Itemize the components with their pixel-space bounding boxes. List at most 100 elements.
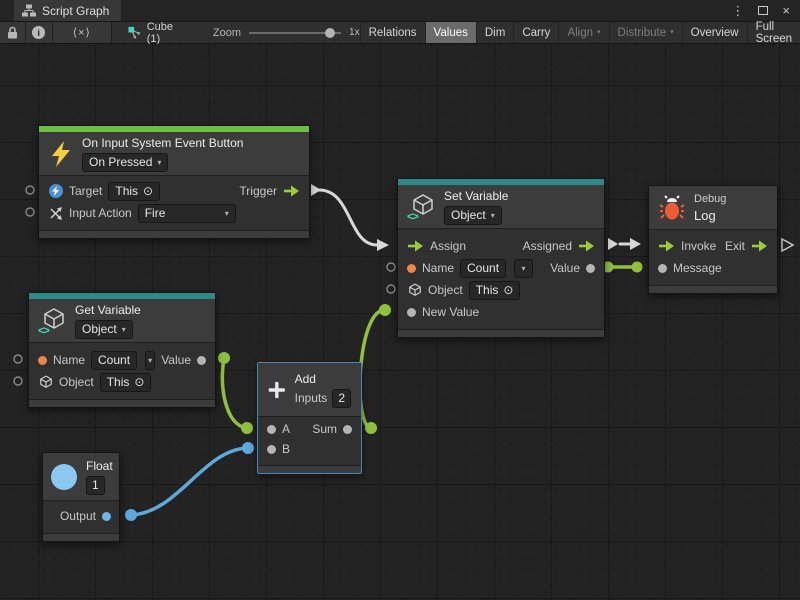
getvar-node-footer xyxy=(29,399,215,407)
flow-arrow-icon[interactable] xyxy=(283,185,300,197)
fullscreen-button[interactable]: Full Screen xyxy=(747,22,800,43)
node-float[interactable]: Float 1 Output xyxy=(42,452,120,542)
node-add[interactable]: Add Inputs 2 A Sum B xyxy=(257,362,362,474)
name-chip[interactable]: Count xyxy=(91,351,137,370)
wire-trigger-assign xyxy=(319,190,377,245)
zoom-slider[interactable] xyxy=(249,27,341,39)
getvar-object-port[interactable] xyxy=(14,377,22,385)
maximize-icon[interactable] xyxy=(758,6,768,15)
float-value-field[interactable]: 1 xyxy=(86,476,105,495)
wire-assigned-invoke-arrowhead xyxy=(630,238,641,250)
name-chip[interactable]: Count xyxy=(460,259,506,278)
add-b-row: B xyxy=(258,439,361,459)
setvar-name-port[interactable] xyxy=(387,263,395,271)
event-action-row: Input Action Fire ▾ xyxy=(39,202,309,224)
chevron-down-icon: ▾ xyxy=(157,155,161,170)
event-target-port[interactable] xyxy=(26,186,34,194)
tab-script-graph[interactable]: Script Graph xyxy=(14,0,121,21)
debug-category: Debug xyxy=(694,193,726,205)
graph-context[interactable]: Cube (1) xyxy=(128,22,187,43)
node-set-variable[interactable]: <> Set Variable Object ▾ Assign Assigned xyxy=(397,178,605,338)
name-value: Count xyxy=(98,353,130,368)
setvar-object-port[interactable] xyxy=(387,285,395,293)
event-node-body: Target This ⊙ Trigger In xyxy=(39,176,309,230)
debug-exit-port[interactable] xyxy=(782,239,793,251)
inputs-count-field[interactable]: 2 xyxy=(332,389,351,408)
wire-sum-newvalue xyxy=(360,310,384,428)
code-angle-icon: <> xyxy=(407,211,418,223)
message-port-dot[interactable] xyxy=(658,264,667,273)
trigger-label: Trigger xyxy=(239,184,277,198)
name-port-dot[interactable] xyxy=(38,356,47,365)
setvar-kind-dropdown[interactable]: Object ▾ xyxy=(444,206,502,225)
cube-icon xyxy=(407,283,422,297)
getvar-name-port[interactable] xyxy=(14,355,22,363)
getvar-object-row: Object This ⊙ xyxy=(29,371,215,393)
value-port-dot[interactable] xyxy=(586,264,595,273)
tab-label: Script Graph xyxy=(42,4,109,18)
b-port-dot[interactable] xyxy=(267,445,276,454)
values-button[interactable]: Values xyxy=(425,22,476,43)
event-action-port[interactable] xyxy=(26,208,34,216)
distribute-button[interactable]: Distribute ▾ xyxy=(609,22,682,43)
flow-arrow-icon[interactable] xyxy=(407,240,424,252)
name-dropdown-button[interactable]: ▾ xyxy=(145,351,155,370)
a-port-dot[interactable] xyxy=(267,425,276,434)
new-value-port-dot[interactable] xyxy=(407,308,416,317)
flow-arrow-icon[interactable] xyxy=(751,240,768,252)
relations-button[interactable]: Relations xyxy=(360,22,425,43)
object-chip[interactable]: This ⊙ xyxy=(469,281,521,300)
debug-node-body: Invoke Exit Message xyxy=(649,230,777,285)
add-inputs-group: Inputs 2 xyxy=(295,389,351,408)
input-action-dropdown[interactable]: Fire ▾ xyxy=(138,204,236,223)
float-node-body: Output xyxy=(43,501,119,533)
zoom-slider-handle[interactable] xyxy=(325,28,335,38)
setvar-node-body: Assign Assigned Name Count ▾ Value Objec… xyxy=(398,229,604,329)
node-get-variable[interactable]: <> Get Variable Object ▾ Name Count ▾ Va… xyxy=(28,292,216,408)
input-action-value: Fire xyxy=(145,206,166,221)
float-node-header: Float 1 xyxy=(43,453,119,501)
getvar-kind-dropdown[interactable]: Object ▾ xyxy=(75,320,133,339)
flow-arrow-icon[interactable] xyxy=(578,240,595,252)
node-title: Log xyxy=(694,208,716,223)
carry-button[interactable]: Carry xyxy=(513,22,558,43)
float-value: 1 xyxy=(92,478,99,493)
float-node-footer xyxy=(43,533,119,541)
menu-dots-icon[interactable]: ⋮ xyxy=(731,4,744,17)
target-chip[interactable]: This ⊙ xyxy=(108,182,160,201)
event-state-dropdown[interactable]: On Pressed ▾ xyxy=(82,153,168,172)
node-on-input-system-event-button[interactable]: On Input System Event Button On Pressed … xyxy=(38,125,310,239)
graph-canvas[interactable]: On Input System Event Button On Pressed … xyxy=(0,44,800,600)
object-value: This xyxy=(476,283,499,298)
setvar-node-footer xyxy=(398,329,604,337)
node-debug-log[interactable]: Debug Log Invoke Exit Message xyxy=(648,185,778,294)
value-label: Value xyxy=(161,353,191,367)
sum-port-dot[interactable] xyxy=(343,425,352,434)
name-dropdown-button[interactable]: ▾ xyxy=(514,259,533,278)
float-output-row: Output xyxy=(43,505,119,527)
align-button[interactable]: Align ▾ xyxy=(558,22,608,43)
overview-button[interactable]: Overview xyxy=(682,22,747,43)
chevron-down-icon: ▾ xyxy=(225,206,229,221)
setvar-object-row: Object This ⊙ xyxy=(398,279,604,301)
flow-arrow-icon[interactable] xyxy=(658,240,675,252)
lock-button[interactable] xyxy=(0,22,26,43)
name-label: Name xyxy=(422,261,454,275)
breadcrumb-nav-label: ⟨×⟩ xyxy=(73,26,91,39)
output-port-dot[interactable] xyxy=(102,512,111,521)
info-button[interactable]: i xyxy=(26,22,53,43)
float-circle-icon xyxy=(51,464,77,490)
mini-graph-icon xyxy=(128,26,141,40)
value-label: Value xyxy=(550,261,580,275)
value-port-dot[interactable] xyxy=(197,356,206,365)
object-chip[interactable]: This ⊙ xyxy=(100,373,152,392)
assigned-output-port[interactable] xyxy=(608,238,618,250)
name-port-dot[interactable] xyxy=(407,264,416,273)
dim-button[interactable]: Dim xyxy=(476,22,513,43)
breadcrumb-nav-button[interactable]: ⟨×⟩ xyxy=(53,22,112,43)
close-icon[interactable]: × xyxy=(782,4,790,17)
new-value-label: New Value xyxy=(422,305,479,319)
target-icon: ⊙ xyxy=(503,283,513,298)
assign-label: Assign xyxy=(430,239,466,253)
object-label: Object xyxy=(59,375,94,389)
